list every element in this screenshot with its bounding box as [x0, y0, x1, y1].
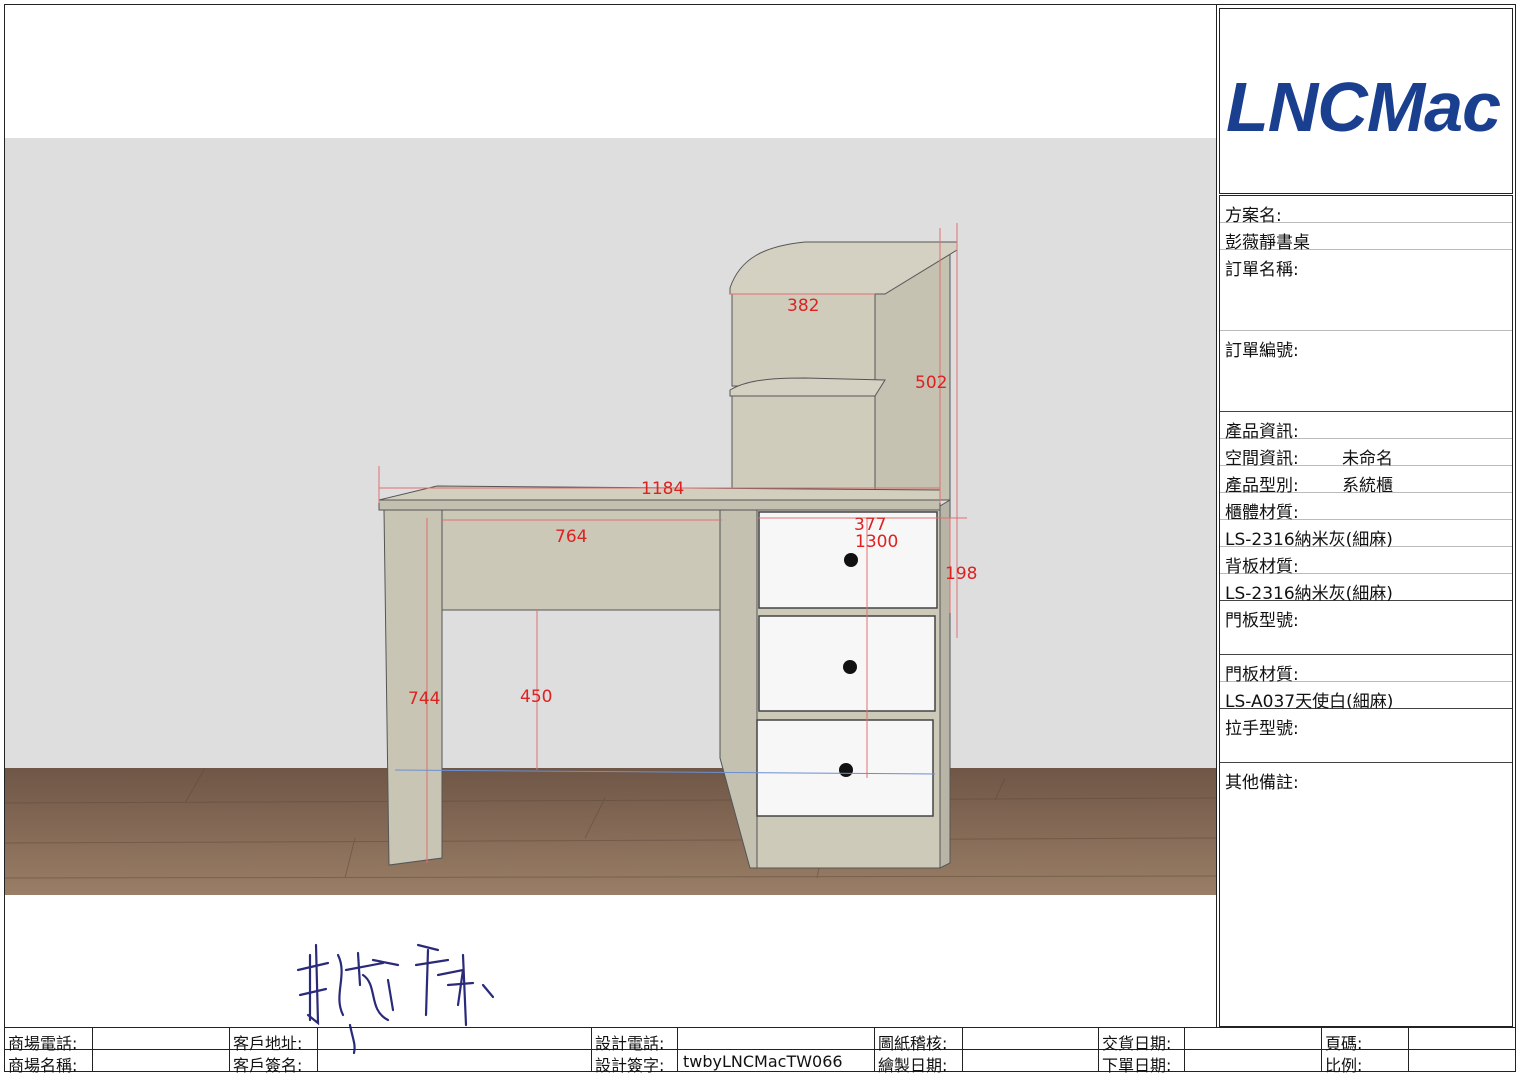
cabinet-material-value-row: LS-2316納米灰(細麻)	[1220, 520, 1512, 550]
footer-cell: 商場名稱:	[5, 1050, 93, 1075]
product-type-row: 產品型別: 系統櫃	[1220, 466, 1512, 496]
door-model-label: 門板型號:	[1225, 611, 1299, 631]
footer-cell: twbyLNCMacTW066	[678, 1050, 875, 1072]
company-logo: LNCMac	[1226, 68, 1501, 146]
shop-name-label: 商場名稱:	[8, 1056, 78, 1075]
back-material-row: 背板材質:	[1220, 547, 1512, 577]
door-material-value-row: LS-A037天使白(細麻)	[1220, 682, 1512, 712]
furniture-render: 382 502 1184 377 1300 198 764 744 450	[5, 138, 1216, 895]
footer-cell	[1409, 1028, 1516, 1050]
footer-cell	[93, 1050, 230, 1072]
drawer-2-knob	[843, 660, 857, 674]
plan-row: 方案名:	[1220, 196, 1512, 226]
client-signature-label: 客戶簽名:	[233, 1056, 303, 1075]
footer-cell	[1185, 1028, 1322, 1050]
left-leg	[383, 509, 443, 866]
footer-table: 商場電話: 客戶地址: 設計電話: 圖紙稽核: 交貨日期: 頁碼: 商場名稱: …	[5, 1027, 1516, 1075]
logo-box: LNCMac	[1219, 8, 1513, 194]
dim-desk-height: 744	[408, 689, 440, 709]
footer-cell: 頁碼:	[1322, 1028, 1409, 1053]
remarks-row: 其他備註:	[1220, 763, 1512, 1025]
order-name-label: 訂單名稱:	[1225, 260, 1299, 280]
dim-knee-height: 450	[520, 687, 552, 707]
scale-label: 比例:	[1325, 1056, 1363, 1075]
hutch-back-lower	[731, 395, 876, 492]
order-no-label: 訂單編號:	[1225, 341, 1299, 361]
footer-cell: 繪製日期:	[875, 1050, 963, 1075]
cabinet-side	[939, 499, 951, 869]
info-panel: 方案名: 彭薇靜書桌 訂單名稱: 訂單編號: 產品資訊: 空間資訊: 未命名 產…	[1219, 195, 1513, 1027]
design-signature-label: 設計簽字:	[595, 1056, 665, 1075]
door-model-row: 門板型號:	[1220, 601, 1512, 655]
footer-cell	[318, 1050, 592, 1072]
drawer-3-knob	[839, 763, 853, 777]
footer-cell: 圖紙稽核:	[875, 1028, 963, 1053]
handle-model-label: 拉手型號:	[1225, 719, 1299, 739]
footer-cell: 客戶地址:	[230, 1028, 318, 1053]
order-date-label: 下單日期:	[1102, 1056, 1172, 1075]
product-info-row: 產品資訊:	[1220, 412, 1512, 442]
drawer-1-knob	[844, 553, 858, 567]
plan-value-row: 彭薇靜書桌	[1220, 223, 1512, 253]
handle-model-row: 拉手型號:	[1220, 709, 1512, 763]
title-block: LNCMac 方案名: 彭薇靜書桌 訂單名稱: 訂單編號: 產品資訊: 空間資訊…	[1216, 5, 1517, 1027]
footer-cell: 商場電話:	[5, 1028, 93, 1053]
cabinet-material-row: 櫃體材質:	[1220, 493, 1512, 523]
footer-cell	[678, 1028, 875, 1050]
footer-cell: 下單日期:	[1099, 1050, 1185, 1075]
footer-cell	[93, 1028, 230, 1050]
draw-date-label: 繪製日期:	[878, 1056, 948, 1075]
modesty-panel	[441, 509, 723, 611]
remarks-label: 其他備註:	[1225, 773, 1299, 793]
order-name-row: 訂單名稱:	[1220, 250, 1512, 331]
dim-drawer-height: 198	[945, 564, 977, 584]
desk-top-edge	[378, 499, 941, 511]
footer-cell: 設計電話:	[592, 1028, 678, 1053]
dim-hutch-width: 382	[787, 296, 819, 316]
dim-knee-width: 764	[555, 527, 587, 547]
footer-cell: 客戶簽名:	[230, 1050, 318, 1075]
back-material-value-row: LS-2316納米灰(細麻)	[1220, 574, 1512, 604]
space-info-row: 空間資訊: 未命名	[1220, 439, 1512, 469]
footer-cell	[1409, 1050, 1516, 1072]
door-material-row: 門板材質:	[1220, 655, 1512, 685]
footer-cell	[963, 1028, 1099, 1050]
wall	[5, 138, 1216, 768]
footer-cell: 設計簽字:	[592, 1050, 678, 1075]
footer-cell	[1185, 1050, 1322, 1072]
dim-desk-width: 1184	[641, 479, 684, 499]
order-no-row: 訂單編號:	[1220, 331, 1512, 412]
footer-cell: 比例:	[1322, 1050, 1409, 1075]
footer-cell	[963, 1050, 1099, 1072]
footer-cell	[318, 1028, 592, 1050]
dim-hutch-height: 502	[915, 373, 947, 393]
design-signature-value: twbyLNCMacTW066	[683, 1052, 843, 1071]
footer-cell: 交貨日期:	[1099, 1028, 1185, 1053]
dim-total-height: 1300	[855, 532, 898, 552]
